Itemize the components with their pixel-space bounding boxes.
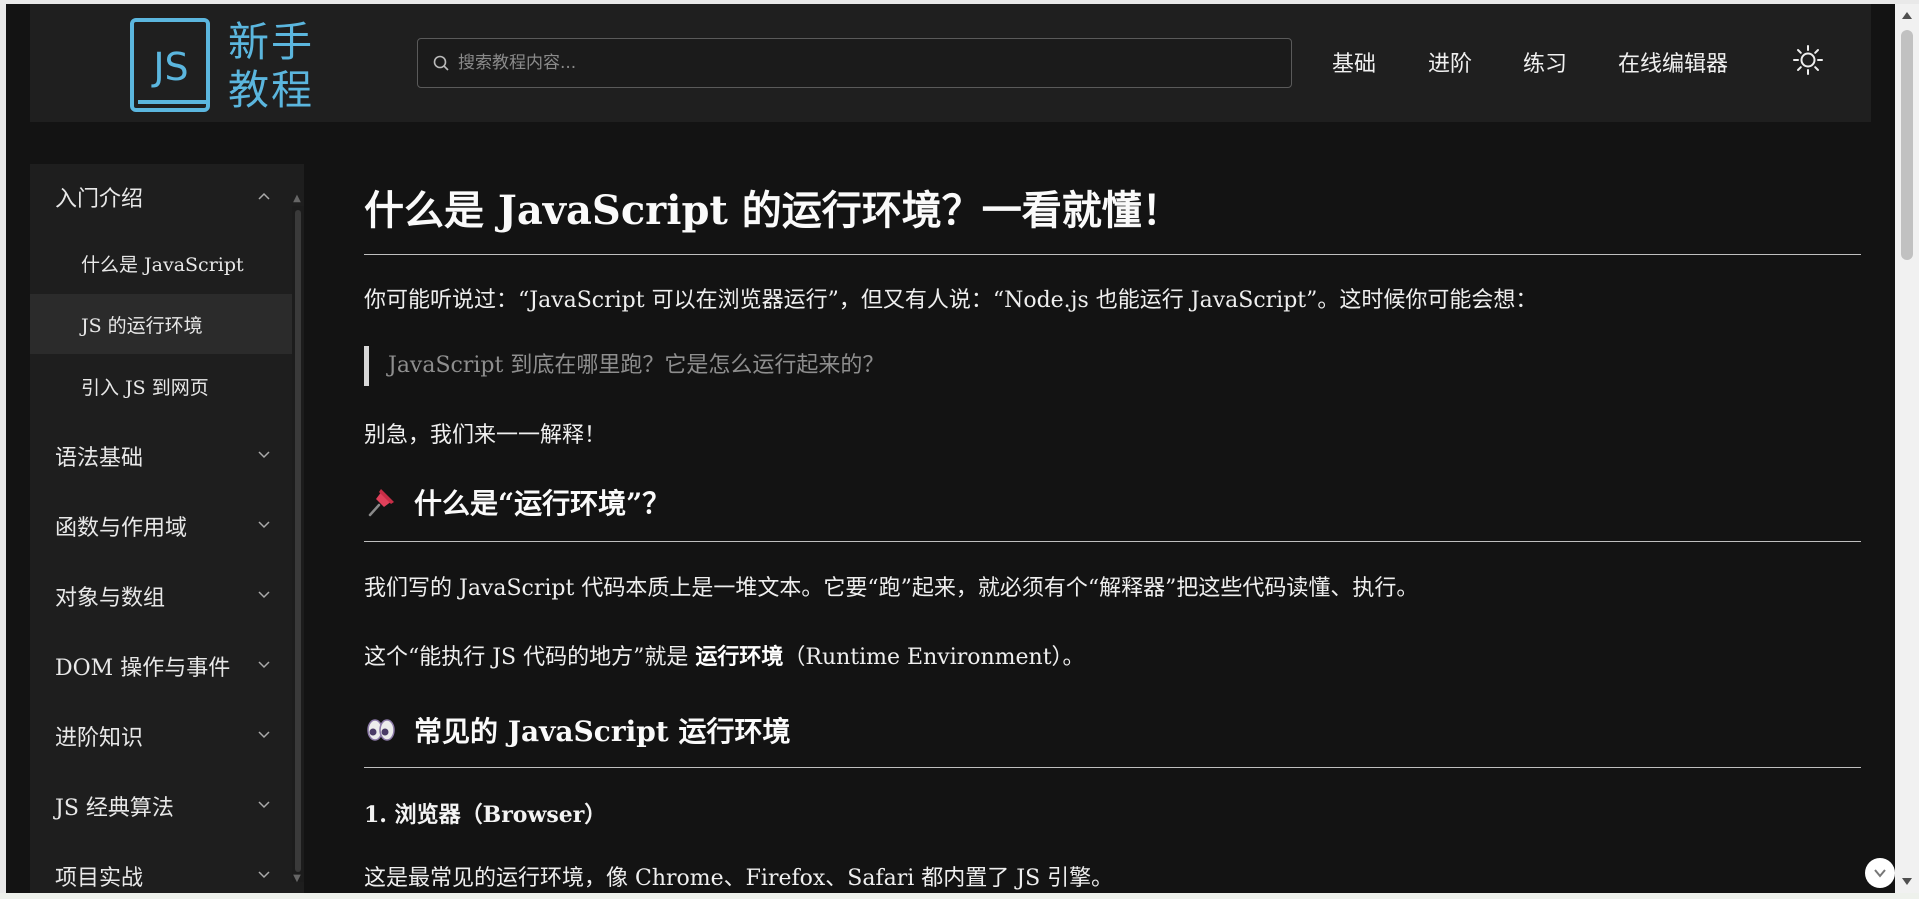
sidebar-group-intro[interactable]: 入门介绍 xyxy=(30,172,292,222)
text-paragraph-1: 我们写的 JavaScript 代码本质上是一堆文本。它要“跑”起来，就必须有个… xyxy=(364,576,1419,601)
svg-text:JS: JS xyxy=(151,45,188,89)
sidebar-group-syntax[interactable]: 语法基础 xyxy=(30,431,292,481)
window-bottom-edge xyxy=(0,893,1919,899)
logo-line-2: 教程 xyxy=(228,66,314,114)
page-title: 什么是 JavaScript 的运行环境？一看就懂！ xyxy=(364,187,1182,234)
bold-term: 运行环境 xyxy=(695,644,784,670)
scroll-down-arrow[interactable] xyxy=(1902,878,1912,885)
sidebar-group-label: 项目实战 xyxy=(55,866,144,891)
scroll-up-arrow[interactable] xyxy=(1902,12,1912,19)
page-scroll-thumb[interactable] xyxy=(1901,30,1913,260)
section-heading-text: 什么是“运行环境”？ xyxy=(414,487,671,520)
js-book-icon: JS xyxy=(128,16,214,116)
sidebar-item-what-is-js[interactable]: 什么是 JavaScript xyxy=(30,232,292,294)
sidebar-group-label: 进阶知识 xyxy=(55,726,144,751)
chevron-down-icon xyxy=(258,591,270,599)
sidebar-group-objects[interactable]: 对象与数组 xyxy=(30,571,292,621)
sidebar-group-advanced[interactable]: 进阶知识 xyxy=(30,711,292,761)
chevron-down-icon xyxy=(258,451,270,459)
sidebar-item-label: JS 的运行环境 xyxy=(81,314,203,337)
sidebar-item-label: 引入 JS 到网页 xyxy=(81,376,209,399)
chevron-down-icon xyxy=(258,801,270,809)
theme-toggle-button[interactable] xyxy=(1790,42,1826,78)
sidebar-scrollbar[interactable] xyxy=(292,206,304,882)
eyes-icon xyxy=(367,719,395,741)
nav-practice[interactable]: 练习 xyxy=(1523,46,1567,78)
divider xyxy=(364,254,1861,255)
sidebar-item-runtime[interactable]: JS 的运行环境 xyxy=(30,294,292,354)
section-heading-what: 什么是“运行环境”？ xyxy=(364,482,670,522)
sidebar-group-functions[interactable]: 函数与作用域 xyxy=(30,501,292,551)
section-heading-common: 常见的 JavaScript 运行环境 xyxy=(364,710,790,750)
chevron-down-icon xyxy=(258,731,270,739)
sidebar-group-label: 对象与数组 xyxy=(55,586,166,611)
sidebar-group-dom[interactable]: DOM 操作与事件 xyxy=(30,641,292,691)
sun-icon xyxy=(1793,45,1823,75)
search-box[interactable] xyxy=(417,38,1292,88)
sidebar-group-label: 函数与作用域 xyxy=(55,516,188,541)
sidebar-group-label: 入门介绍 xyxy=(55,187,144,212)
blockquote: JavaScript 到底在哪里跑？它是怎么运行起来的？ xyxy=(364,346,884,386)
chevron-down-icon xyxy=(258,661,270,669)
sidebar-group-label: DOM 操作与事件 xyxy=(55,656,231,681)
subsection-heading-browser: 1. 浏览器（Browser） xyxy=(364,802,607,828)
calm-paragraph: 别急，我们来一一解释！ xyxy=(364,423,607,448)
sidebar-group-algorithms[interactable]: JS 经典算法 xyxy=(30,781,292,831)
sidebar-nav: 入门介绍 什么是 JavaScript JS 的运行环境 引入 JS 到网页 语… xyxy=(30,164,304,899)
pushpin-icon xyxy=(368,489,394,517)
sidebar-item-include-js[interactable]: 引入 JS 到网页 xyxy=(30,354,292,418)
search-icon xyxy=(433,55,449,71)
page-scrollbar[interactable] xyxy=(1895,4,1919,893)
site-header: JS 新手 教程 基础 进阶 练习 在线编辑器 xyxy=(30,4,1871,122)
section-heading-text: 常见的 JavaScript 运行环境 xyxy=(414,715,791,748)
site-logo[interactable]: JS 新手 教程 xyxy=(128,16,314,116)
text-paragraph-2: 这个“能执行 JS 代码的地方”就是 运行环境（Runtime Environm… xyxy=(364,644,1085,670)
chevron-down-icon xyxy=(1874,869,1886,878)
intro-paragraph: 你可能听说过：“JavaScript 可以在浏览器运行”，但又有人说：“Node… xyxy=(364,288,1538,313)
scroll-down-button[interactable] xyxy=(1865,858,1895,888)
sidebar-group-label: JS 经典算法 xyxy=(55,796,174,821)
search-input[interactable] xyxy=(458,53,1278,73)
logo-text: 新手 教程 xyxy=(228,18,314,114)
sidebar-group-label: 语法基础 xyxy=(55,446,144,471)
sidebar-scroll-up[interactable]: ▲ xyxy=(291,194,303,204)
logo-line-1: 新手 xyxy=(228,18,314,66)
sidebar-group-projects[interactable]: 项目实战 xyxy=(30,851,292,899)
nav-basics[interactable]: 基础 xyxy=(1332,46,1376,78)
chevron-down-icon xyxy=(258,521,270,529)
sidebar-scroll-thumb[interactable] xyxy=(295,210,301,872)
divider xyxy=(364,767,1861,768)
browser-paragraph: 这是最常见的运行环境，像 Chrome、Firefox、Safari 都内置了 … xyxy=(364,866,1114,891)
nav-online-editor[interactable]: 在线编辑器 xyxy=(1618,46,1728,78)
chevron-down-icon xyxy=(258,871,270,879)
divider xyxy=(364,541,1861,542)
sidebar-item-label: 什么是 JavaScript xyxy=(81,253,244,276)
chevron-up-icon xyxy=(258,192,270,200)
nav-advanced[interactable]: 进阶 xyxy=(1428,46,1472,78)
sidebar-scroll-down[interactable]: ▼ xyxy=(291,874,303,884)
